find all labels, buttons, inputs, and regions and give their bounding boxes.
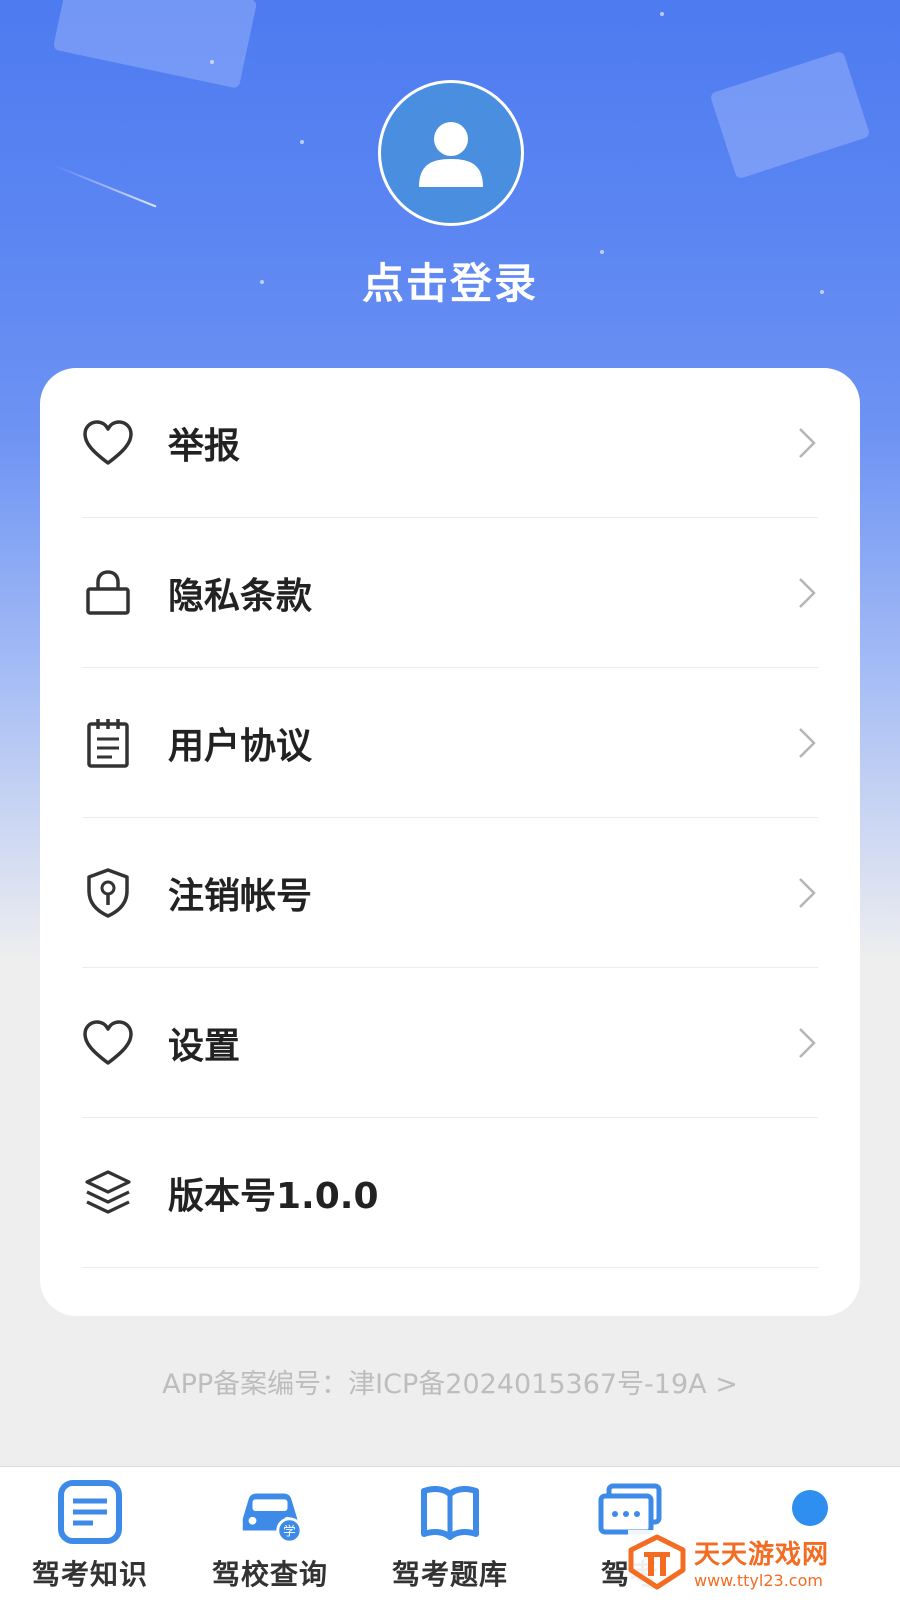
star-decoration <box>300 140 304 144</box>
tab-label: 驾校查询 <box>211 1558 328 1591</box>
menu-item-label: 注销帐号 <box>168 875 313 917</box>
chevron-right-icon <box>799 1028 816 1058</box>
menu-item-label: 举报 <box>168 425 241 467</box>
icp-record-link[interactable]: APP备案编号：津ICP备2024015367号-19A > <box>0 1362 900 1401</box>
menu-item-label: 用户协议 <box>168 725 313 767</box>
tab-knowledge[interactable]: 驾考知识 <box>0 1467 180 1600</box>
book-decoration <box>709 50 871 180</box>
layers-icon <box>82 1167 134 1219</box>
svg-text:学: 学 <box>283 1523 296 1538</box>
heart-icon <box>82 417 134 469</box>
version-label: 版本号1.0.0 <box>168 1175 379 1217</box>
tab-driving-school[interactable]: 学 驾校查询 <box>180 1467 360 1600</box>
site-watermark: 天天游戏网 www.ttyl23.com <box>628 1530 890 1594</box>
lock-icon <box>82 567 134 619</box>
tab-question-bank[interactable]: 驾考题库 <box>360 1467 540 1600</box>
chevron-right-icon <box>799 878 816 908</box>
menu-item-report[interactable]: 举报 <box>82 368 818 518</box>
notepad-icon <box>82 717 134 769</box>
tab-label: 驾考题库 <box>391 1558 508 1591</box>
star-decoration <box>210 60 214 64</box>
menu-item-settings[interactable]: 设置 <box>82 968 818 1118</box>
chevron-right-icon <box>799 578 816 608</box>
watermark-name: 天天游戏网 <box>694 1540 830 1570</box>
shooting-star-decoration <box>53 164 157 208</box>
chevron-right-icon <box>799 428 816 458</box>
user-icon <box>419 122 483 187</box>
menu-item-label: 隐私条款 <box>168 575 313 617</box>
menu-item-version: 版本号1.0.0 <box>82 1118 818 1268</box>
watermark-url: www.ttyl23.com <box>694 1571 823 1590</box>
avatar[interactable] <box>378 80 524 226</box>
login-prompt[interactable]: 点击登录 <box>0 250 900 311</box>
menu-item-delete-account[interactable]: 注销帐号 <box>82 818 818 968</box>
book-icon <box>415 1477 485 1547</box>
menu-item-privacy-policy[interactable]: 隐私条款 <box>82 518 818 668</box>
menu-item-user-agreement[interactable]: 用户协议 <box>82 668 818 818</box>
watermark-logo-icon <box>628 1534 686 1590</box>
chevron-right-icon <box>799 728 816 758</box>
car-icon: 学 <box>235 1477 305 1547</box>
menu-card: 举报 隐私条款 用户协议 注销帐号 设置 版本号1.0.0 <box>40 368 860 1316</box>
tab-label: 驾考知识 <box>31 1558 148 1591</box>
heart-icon <box>82 1017 134 1069</box>
shield-key-icon <box>82 867 134 919</box>
document-icon <box>55 1477 125 1547</box>
star-decoration <box>660 12 664 16</box>
menu-item-label: 设置 <box>168 1025 241 1067</box>
book-decoration <box>52 0 258 89</box>
